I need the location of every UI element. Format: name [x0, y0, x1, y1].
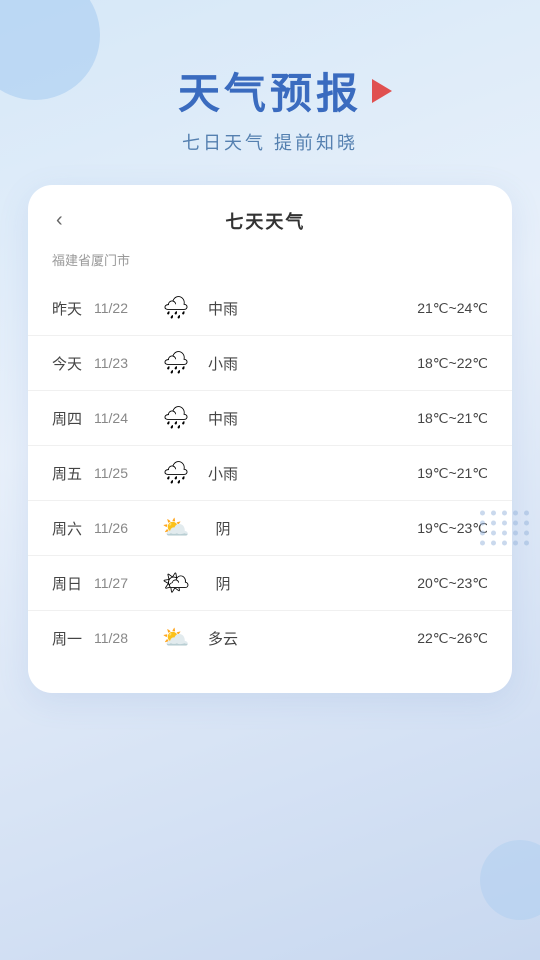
arrow-decoration	[372, 79, 392, 103]
dot	[513, 541, 518, 546]
dot-pattern-decoration: for(let i=0;i<20;i++){ document.write('<…	[480, 511, 530, 546]
weather-row: 周日 11/27 🌤 阴 20℃~23℃	[28, 556, 512, 611]
dot	[502, 541, 507, 546]
weather-desc: 小雨	[198, 463, 248, 484]
dot	[480, 521, 485, 526]
weather-icon: 🌧	[154, 460, 198, 486]
dot	[513, 521, 518, 526]
weather-icon: 🌤	[154, 570, 198, 596]
header-section: 天气预报 七日天气 提前知晓	[0, 0, 540, 185]
dot	[480, 531, 485, 536]
dot	[524, 521, 529, 526]
weather-icon: 🌧	[154, 295, 198, 321]
weather-row: 周四 11/24 🌧 中雨 18℃~21℃	[28, 391, 512, 446]
temp-range: 20℃~23℃	[248, 575, 488, 592]
temp-range: 21℃~24℃	[248, 300, 488, 317]
day-label: 周四	[52, 408, 94, 429]
day-label: 周日	[52, 573, 94, 594]
temp-range: 18℃~21℃	[248, 410, 488, 427]
dot	[502, 511, 507, 516]
weather-row: 今天 11/23 🌧 小雨 18℃~22℃	[28, 336, 512, 391]
weather-card: ‹ 七天天气 福建省厦门市 昨天 11/22 🌧 中雨 21℃~24℃ 今天 1…	[28, 185, 512, 693]
bg-circle-bottom-right	[480, 840, 540, 920]
day-label: 今天	[52, 353, 94, 374]
temp-range: 18℃~22℃	[248, 355, 488, 372]
day-label: 周一	[52, 628, 94, 649]
temp-range: 19℃~21℃	[248, 465, 488, 482]
weather-row: 周五 11/25 🌧 小雨 19℃~21℃	[28, 446, 512, 501]
day-label: 周五	[52, 463, 94, 484]
weather-icon: ⛅	[154, 625, 198, 651]
weather-icon: ⛅	[154, 515, 198, 541]
card-header: ‹ 七天天气	[28, 205, 512, 244]
dot	[491, 521, 496, 526]
weather-rows-container: 昨天 11/22 🌧 中雨 21℃~24℃ 今天 11/23 🌧 小雨 18℃~…	[28, 281, 512, 665]
dot	[502, 521, 507, 526]
weather-desc: 阴	[198, 518, 248, 539]
weather-desc: 小雨	[198, 353, 248, 374]
dot	[480, 511, 485, 516]
app-subtitle: 七日天气 提前知晓	[0, 129, 540, 155]
weather-desc: 中雨	[198, 408, 248, 429]
dot	[524, 531, 529, 536]
day-label: 昨天	[52, 298, 94, 319]
date-label: 11/22	[94, 300, 154, 316]
back-button[interactable]: ‹	[48, 205, 71, 236]
date-label: 11/28	[94, 630, 154, 646]
weather-row: 周六 11/26 ⛅ 阴 19℃~23℃	[28, 501, 512, 556]
app-title: 天气预报	[178, 60, 362, 121]
date-label: 11/27	[94, 575, 154, 591]
weather-icon: 🌧	[154, 350, 198, 376]
date-label: 11/23	[94, 355, 154, 371]
temp-range: 19℃~23℃	[248, 520, 488, 537]
date-label: 11/26	[94, 520, 154, 536]
dot	[491, 531, 496, 536]
dot	[502, 531, 507, 536]
weather-row: 昨天 11/22 🌧 中雨 21℃~24℃	[28, 281, 512, 336]
dot	[491, 511, 496, 516]
dot	[491, 541, 496, 546]
weather-icon: 🌧	[154, 405, 198, 431]
location-label: 福建省厦门市	[28, 244, 512, 281]
dot	[524, 541, 529, 546]
temp-range: 22℃~26℃	[248, 630, 488, 647]
date-label: 11/24	[94, 410, 154, 426]
weather-desc: 阴	[198, 573, 248, 594]
weather-desc: 中雨	[198, 298, 248, 319]
card-title: 七天天气	[71, 208, 460, 234]
dot	[480, 541, 485, 546]
date-label: 11/25	[94, 465, 154, 481]
dot	[513, 531, 518, 536]
dot	[524, 511, 529, 516]
dot	[513, 511, 518, 516]
weather-row: 周一 11/28 ⛅ 多云 22℃~26℃	[28, 611, 512, 665]
weather-desc: 多云	[198, 628, 248, 649]
day-label: 周六	[52, 518, 94, 539]
